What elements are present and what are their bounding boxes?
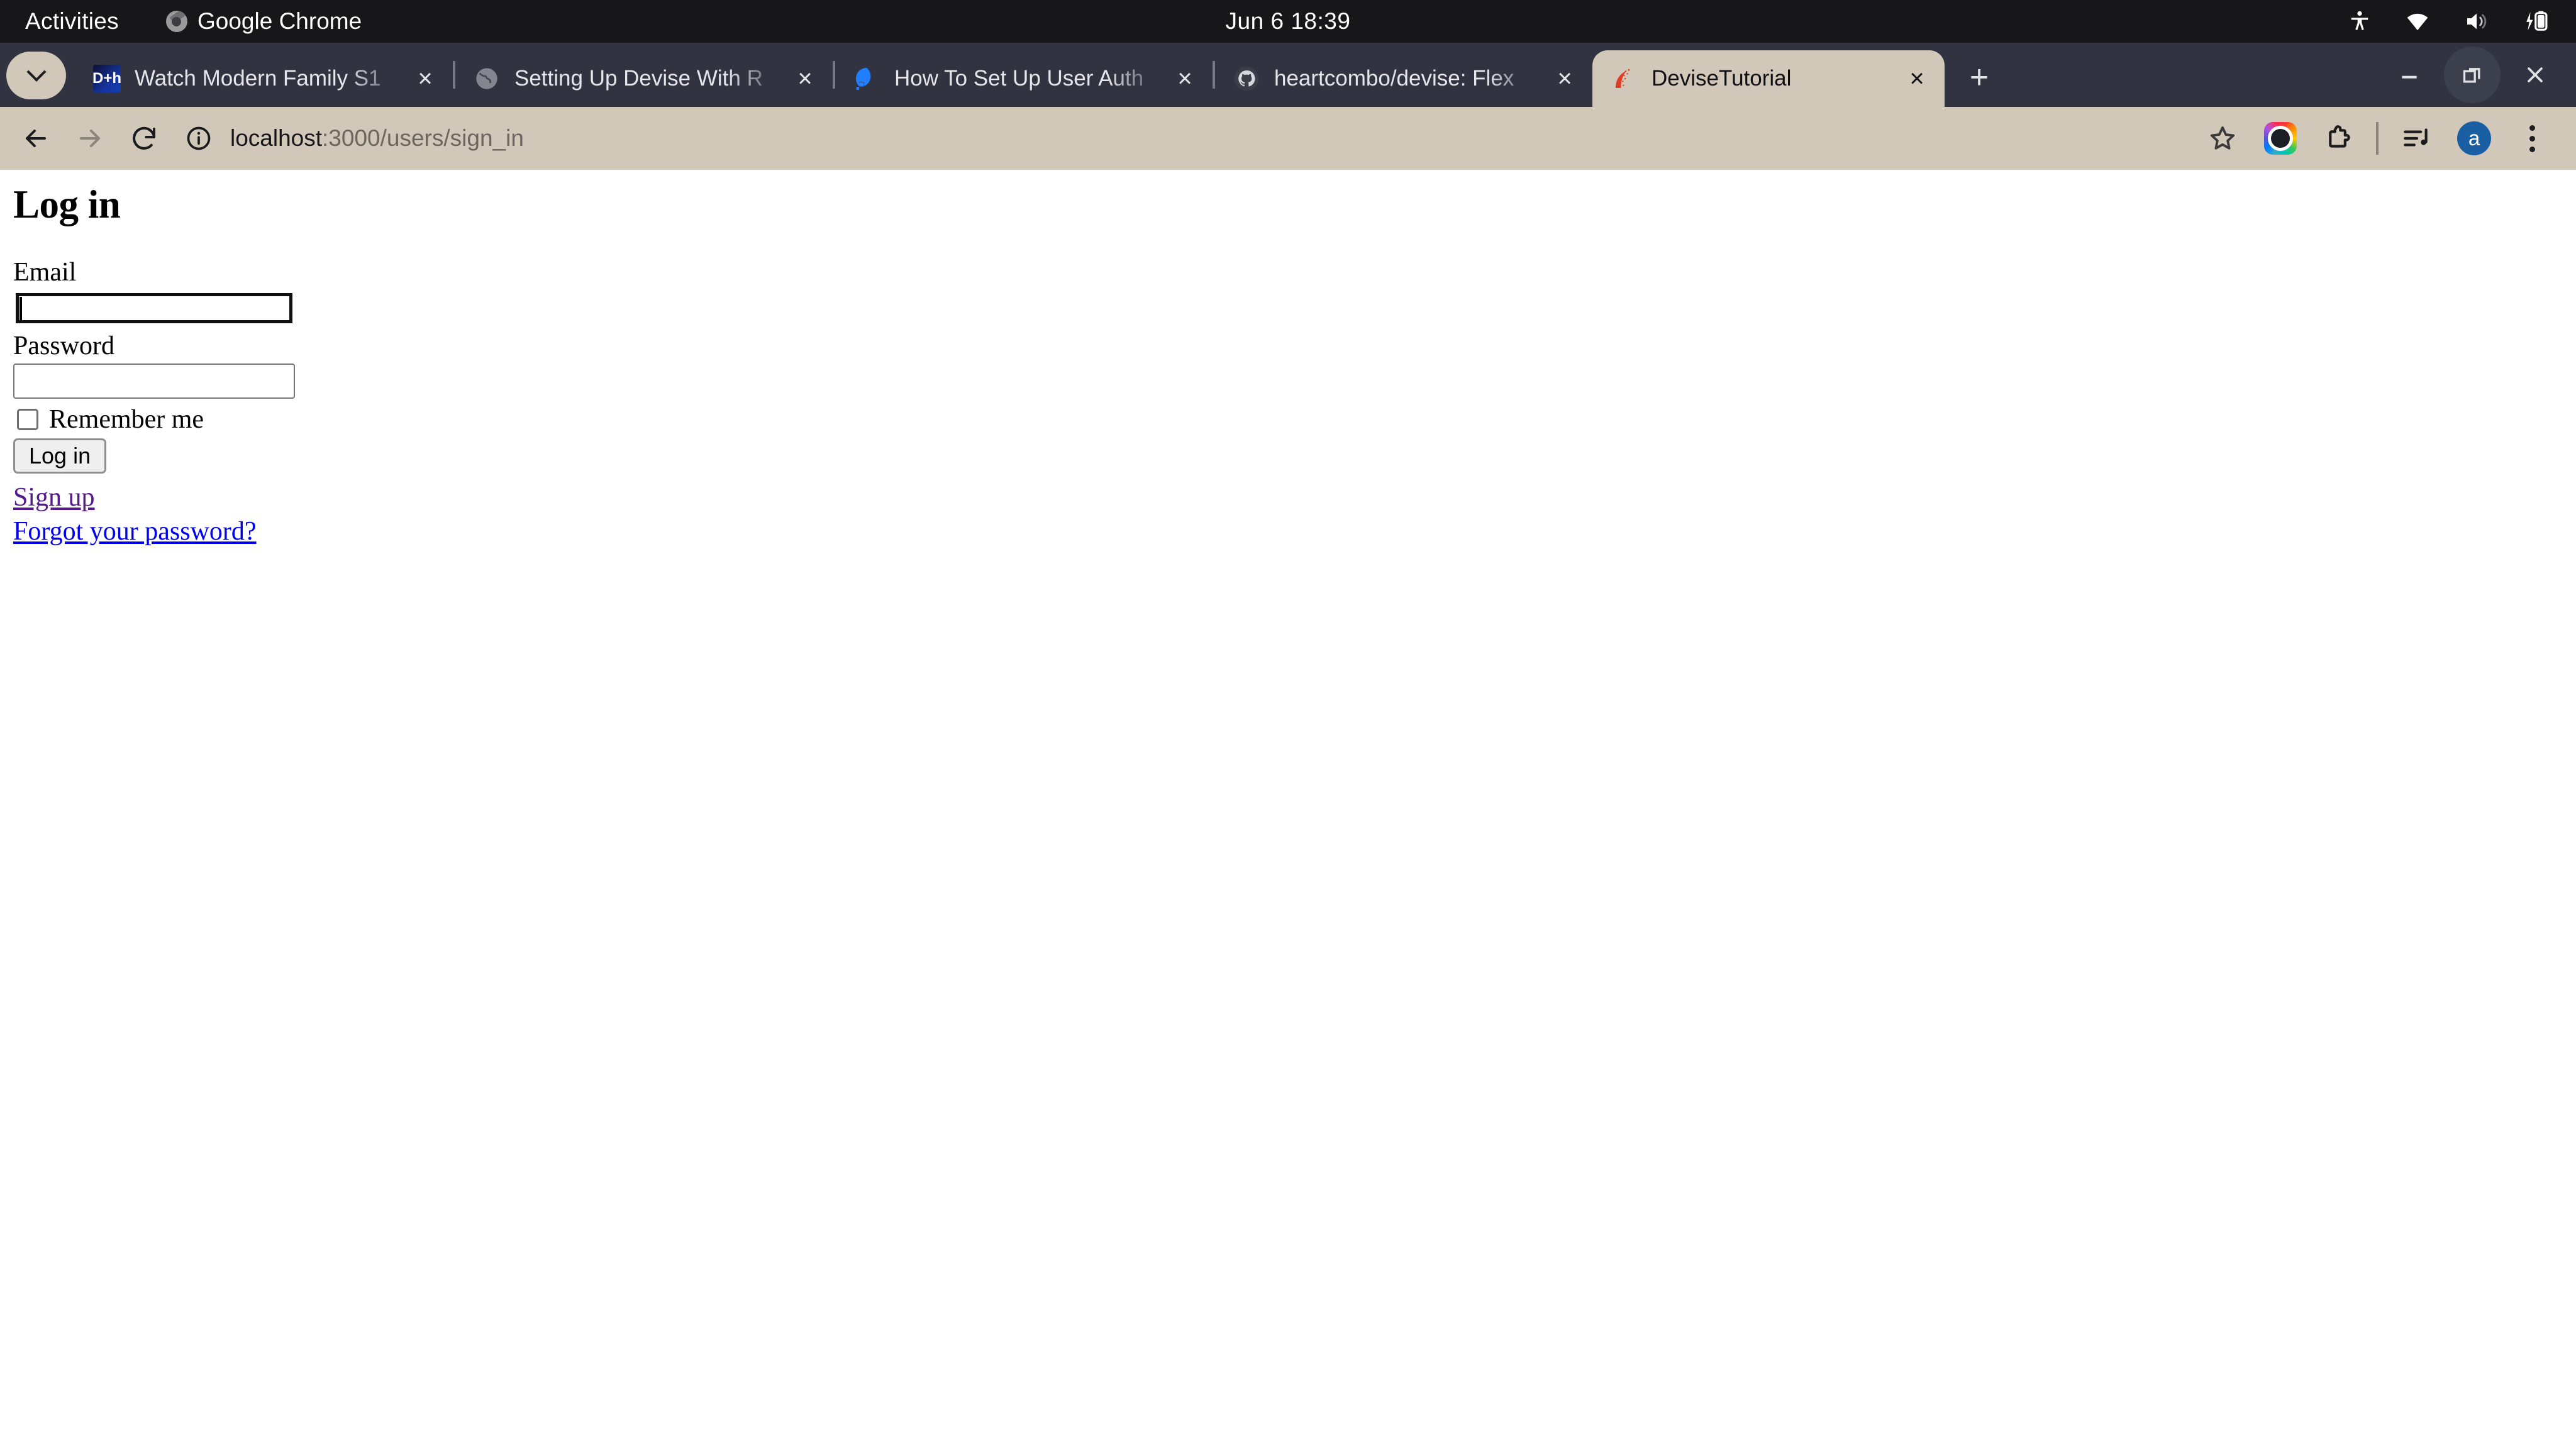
gnome-top-bar: Activities Google Chrome Jun 6 18:39 bbox=[0, 0, 2576, 43]
media-control-button[interactable] bbox=[2387, 109, 2445, 167]
tab-title: Watch Modern Family S1 bbox=[135, 66, 381, 91]
tab-heartcombo-devise[interactable]: heartcombo/devise: Flex × bbox=[1215, 50, 1592, 107]
tab-list: D+h Watch Modern Family S1 × Setting Up … bbox=[75, 43, 2004, 107]
system-tray[interactable] bbox=[2348, 9, 2550, 34]
tab-devise-tutorial[interactable]: DeviseTutorial × bbox=[1592, 50, 1945, 107]
email-input[interactable] bbox=[13, 290, 295, 326]
window-controls bbox=[2381, 47, 2563, 103]
url-host: localhost bbox=[230, 125, 323, 151]
accessibility-icon[interactable] bbox=[2348, 10, 2371, 33]
wifi-icon[interactable] bbox=[2405, 9, 2430, 34]
tab-close-button[interactable]: × bbox=[1898, 60, 1936, 97]
battery-charging-icon[interactable] bbox=[2523, 9, 2550, 33]
forward-button bbox=[63, 111, 117, 165]
tab-title: Setting Up Devise With R bbox=[514, 66, 763, 91]
rails-favicon bbox=[1610, 65, 1638, 92]
tab-title: How To Set Up User Auth bbox=[894, 66, 1144, 91]
password-input[interactable] bbox=[13, 363, 295, 399]
tab-strip: D+h Watch Modern Family S1 × Setting Up … bbox=[0, 43, 2576, 107]
tab-how-to-set-up-user-auth[interactable]: How To Set Up User Auth × bbox=[835, 50, 1213, 107]
disney-plus-hotstar-favicon: D+h bbox=[93, 65, 121, 92]
sign-up-link[interactable]: Sign up bbox=[13, 483, 95, 513]
extensions-button[interactable] bbox=[2309, 109, 2367, 167]
forgot-password-row: Forgot your password? bbox=[13, 517, 2563, 547]
avatar: a bbox=[2457, 121, 2491, 155]
minimize-button[interactable] bbox=[2381, 47, 2438, 103]
toolbar-separator bbox=[2376, 122, 2379, 155]
github-favicon bbox=[1233, 65, 1260, 92]
url-path: :3000/users/sign_in bbox=[322, 125, 524, 151]
email-label: Email bbox=[13, 258, 77, 287]
volume-icon[interactable] bbox=[2464, 9, 2489, 34]
sign-up-row: Sign up bbox=[13, 483, 2563, 513]
tab-search-button[interactable] bbox=[6, 52, 66, 99]
chrome-menu-button[interactable] bbox=[2503, 109, 2561, 167]
tab-close-button[interactable]: × bbox=[1166, 60, 1204, 97]
login-form: Email Password Remember me Log in bbox=[13, 257, 2563, 479]
password-label: Password bbox=[13, 331, 115, 360]
page-title: Log in bbox=[13, 182, 121, 226]
tab-close-button[interactable]: × bbox=[406, 60, 444, 97]
profile-avatar-button[interactable]: a bbox=[2445, 109, 2503, 167]
lens-extension-button[interactable] bbox=[2251, 109, 2309, 167]
bookmark-star-button[interactable] bbox=[2194, 109, 2251, 167]
forgot-password-link[interactable]: Forgot your password? bbox=[13, 517, 257, 547]
digitalocean-favicon bbox=[853, 65, 880, 92]
tab-close-button[interactable]: × bbox=[786, 60, 824, 97]
chevron-down-icon bbox=[26, 62, 47, 82]
clock[interactable]: Jun 6 18:39 bbox=[0, 8, 2576, 35]
remember-me-label: Remember me bbox=[49, 404, 204, 434]
address-bar[interactable]: localhost:3000/users/sign_in bbox=[185, 111, 2184, 165]
page-viewport: Log in Email Password Remember me Log in… bbox=[0, 170, 2576, 1449]
text-caret bbox=[19, 296, 22, 321]
lens-extension-icon bbox=[2264, 122, 2297, 155]
close-button[interactable] bbox=[2507, 47, 2563, 103]
tab-watch-modern-family[interactable]: D+h Watch Modern Family S1 × bbox=[75, 50, 453, 107]
info-circle-icon[interactable] bbox=[185, 125, 213, 152]
back-button[interactable] bbox=[9, 111, 63, 165]
login-submit-button[interactable]: Log in bbox=[13, 438, 107, 474]
chrome-window: D+h Watch Modern Family S1 × Setting Up … bbox=[0, 43, 2576, 1449]
tab-title: DeviseTutorial bbox=[1652, 66, 1792, 91]
browser-toolbar: localhost:3000/users/sign_in a bbox=[0, 107, 2576, 170]
kebab-menu-icon bbox=[2529, 125, 2535, 152]
globe-favicon bbox=[473, 65, 501, 92]
restore-button[interactable] bbox=[2444, 47, 2501, 103]
new-tab-button[interactable]: + bbox=[1955, 53, 2004, 102]
toolbar-actions: a bbox=[2194, 109, 2561, 167]
remember-me-row: Remember me bbox=[13, 404, 2563, 435]
tab-setting-up-devise[interactable]: Setting Up Devise With R × bbox=[455, 50, 833, 107]
reload-button[interactable] bbox=[117, 111, 171, 165]
remember-me-checkbox[interactable] bbox=[17, 408, 38, 430]
tab-title: heartcombo/devise: Flex bbox=[1274, 66, 1514, 91]
tab-close-button[interactable]: × bbox=[1546, 60, 1584, 97]
